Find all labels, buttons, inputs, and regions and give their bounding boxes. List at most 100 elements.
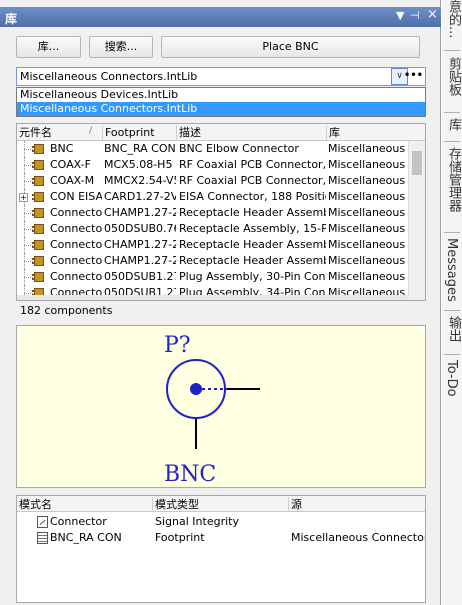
dock-side-tabs: 意的... 剪贴板 库 存储管理器 Messages 输出 To-Do — [442, 0, 462, 605]
place-button[interactable]: Place BNC — [161, 36, 420, 58]
libraries-button[interactable]: 库... — [16, 36, 81, 58]
component-library: Miscellaneous C — [328, 206, 408, 219]
footprint-icon — [37, 532, 48, 544]
component-description: EISA Connector, 188 Positions — [179, 190, 326, 203]
model-name: Connector — [50, 515, 107, 528]
component-library: Miscellaneous C — [328, 254, 408, 267]
model-row[interactable]: BNC_RA CON Footprint Miscellaneous Conne… — [17, 530, 425, 546]
side-tab-output[interactable]: 输出 — [444, 316, 462, 342]
component-name: Connector — [50, 206, 102, 219]
component-library: Miscellaneous C — [328, 222, 408, 235]
library-option[interactable]: Miscellaneous Devices.IntLib — [17, 88, 425, 102]
library-option-selected[interactable]: Miscellaneous Connectors.IntLib — [17, 102, 425, 116]
close-icon[interactable]: × — [427, 7, 438, 22]
component-description: Plug Assembly, 30-Pin Connect — [179, 270, 326, 283]
panel-menu-icon[interactable]: ▼ — [396, 9, 404, 22]
model-source: Miscellaneous Connectors.P — [291, 531, 425, 544]
component-library: Miscellaneous C — [328, 142, 408, 155]
component-icon — [32, 176, 44, 186]
component-name: Connector — [50, 270, 102, 283]
component-icon — [32, 256, 44, 266]
component-row[interactable]: Connector050DSUB0.762Receptacle Assembly… — [17, 221, 409, 237]
column-header-footprint[interactable]: Footprint — [103, 125, 177, 140]
component-footprint: CHAMP1.27-2H — [104, 206, 176, 219]
components-table-header: 元件名 / Footprint 描述 库 — [17, 124, 425, 141]
tab-divider — [444, 232, 460, 233]
bnc-symbol: P? BNC — [164, 333, 260, 487]
sort-icon: / — [89, 126, 93, 136]
model-name: BNC_RA CON — [50, 531, 122, 544]
tab-divider — [444, 50, 460, 51]
component-footprint: 050DSUB1.27- — [104, 270, 176, 283]
model-row[interactable]: Connector Signal Integrity — [17, 514, 425, 530]
side-tab-storage-manager[interactable]: 存储管理器 — [444, 147, 462, 212]
models-table: 模式名 模式类型 源 Connector Signal Integrity BN… — [16, 495, 426, 603]
component-name: COAX-M — [50, 174, 95, 187]
component-description: BNC Elbow Connector — [179, 142, 299, 155]
component-row[interactable]: ConnectorCHAMP1.27-2HReceptacle Header A… — [17, 237, 409, 253]
library-dropdown-list[interactable]: Miscellaneous Devices.IntLib Miscellaneo… — [16, 87, 426, 117]
column-header-library[interactable]: 库 — [327, 125, 425, 140]
side-tab[interactable]: 意的... — [444, 0, 462, 38]
column-header-model-type[interactable]: 模式类型 — [153, 497, 289, 512]
component-name: Connector — [50, 222, 102, 235]
comment-label: BNC — [164, 462, 216, 487]
component-row[interactable]: ConnectorCHAMP1.27-2HReceptacle Header A… — [17, 205, 409, 221]
bnc-inner-pin — [190, 383, 202, 395]
model-type: Signal Integrity — [155, 515, 239, 528]
model-type: Footprint — [155, 531, 205, 544]
more-options-icon[interactable]: ••• — [404, 70, 423, 81]
component-description: Receptacle Header Assemby — [179, 254, 326, 267]
component-name: COAX-F — [50, 158, 91, 171]
component-row[interactable]: + CON EISACARD1.27-2V1EISA Connector, 188… — [17, 189, 409, 205]
scrollbar-thumb[interactable] — [412, 151, 422, 175]
component-row[interactable]: BNC BNC_RA CON BNC Elbow Connector Miscella… — [17, 141, 409, 157]
components-table: 元件名 / Footprint 描述 库 BNC BNC_RA CON BNC El… — [16, 123, 426, 301]
signal-integrity-icon — [37, 516, 48, 528]
expand-icon[interactable]: + — [19, 193, 28, 202]
component-name: Connector — [50, 254, 102, 267]
component-footprint: CHAMP1.27-2H — [104, 254, 176, 267]
designator-label: P? — [164, 333, 191, 358]
side-tab-todo[interactable]: To-Do — [444, 360, 459, 397]
column-header-model-name[interactable]: 模式名 — [17, 497, 153, 512]
tab-divider — [444, 354, 460, 355]
column-header-source[interactable]: 源 — [289, 497, 427, 512]
component-row[interactable]: ConnectorCHAMP1.27-2HReceptacle Header A… — [17, 253, 409, 269]
component-footprint: CHAMP1.27-2H — [104, 238, 176, 251]
libraries-panel: 库 ▼ ⊣ × 库... 搜索... Place BNC Miscellaneo… — [0, 0, 441, 605]
component-footprint: MCX5.08-H5 — [104, 158, 173, 171]
component-row[interactable]: COAX-M MMCX2.54-V5 RF Coaxial PCB Connecto… — [17, 173, 409, 189]
side-tab-clipboard[interactable]: 剪贴板 — [444, 57, 462, 96]
component-row[interactable]: COAX-F MCX5.08-H5 RF Coaxial PCB Connector… — [17, 157, 409, 173]
side-tab-messages[interactable]: Messages — [444, 238, 459, 302]
component-row[interactable]: Connector050DSUB1.27-Plug Assembly, 30-P… — [17, 269, 409, 285]
search-button[interactable]: 搜索... — [89, 36, 153, 58]
component-footprint: 050DSUB0.762 — [104, 222, 176, 235]
column-header-description[interactable]: 描述 — [177, 125, 327, 140]
component-description: Receptacle Header Assemby — [179, 238, 326, 251]
component-icon — [32, 208, 44, 218]
component-icon — [32, 272, 44, 282]
component-name: Connector — [50, 238, 102, 251]
component-footprint: BNC_RA CON — [104, 142, 176, 155]
library-select[interactable]: Miscellaneous Connectors.IntLib ∨ ••• — [16, 67, 426, 86]
component-description: Receptacle Header Assemby — [179, 206, 326, 219]
component-icon — [32, 144, 44, 154]
component-library: Miscellaneous C — [328, 190, 408, 203]
component-name: BNC — [50, 142, 74, 155]
side-tab-libraries[interactable]: 库 — [444, 118, 462, 131]
component-footprint: CARD1.27-2V1 — [104, 190, 176, 203]
horizontal-scrollbar[interactable] — [17, 295, 409, 300]
tab-divider — [444, 310, 460, 311]
vertical-scrollbar[interactable] — [408, 141, 425, 300]
component-library: Miscellaneous C — [328, 238, 408, 251]
library-select-value: Miscellaneous Connectors.IntLib — [20, 70, 198, 83]
panel-title: 库 — [5, 12, 18, 26]
pin-icon[interactable]: ⊣ — [410, 9, 420, 22]
component-icon — [32, 240, 44, 250]
model-source — [291, 514, 425, 530]
component-icon — [32, 160, 44, 170]
component-icon — [32, 192, 44, 202]
component-library: Miscellaneous C — [328, 174, 408, 187]
